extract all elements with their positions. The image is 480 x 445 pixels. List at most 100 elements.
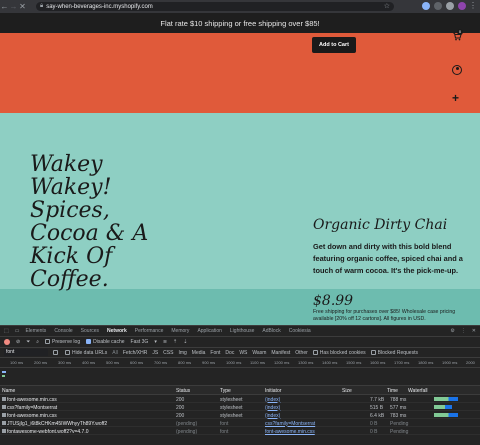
filter-type-fetch[interactable]: Fetch/XHR	[123, 350, 147, 356]
cell-initiator[interactable]: css?family=Montserrat	[265, 421, 315, 427]
product-title: Organic Dirty Chai	[313, 217, 448, 233]
cell-initiator[interactable]: font-awesome.min.css	[265, 429, 315, 435]
table-row[interactable]: css?family=Montserrat 200 stylesheet (index…	[0, 403, 480, 411]
table-row[interactable]: font-awesome.min.css 200 stylesheet (index)…	[0, 395, 480, 403]
blocked-cookies-label: Has blocked cookies	[319, 349, 366, 356]
cell-time: 788 ms	[390, 396, 407, 403]
blocked-cookies-checkbox[interactable]: Has blocked cookies	[312, 349, 366, 356]
clear-icon[interactable]: ⊘	[16, 339, 20, 345]
cell-type: font	[220, 420, 229, 427]
filter-type-ws[interactable]: WS	[239, 350, 247, 356]
tab-memory[interactable]: Memory	[171, 328, 189, 334]
filter-type-img[interactable]: Img	[178, 350, 186, 356]
devtools-panel: ⬚ ▭ Elements Console Sources Network Per…	[0, 325, 480, 445]
timeline-tick: 900 ms	[202, 360, 216, 365]
tab-sources[interactable]: Sources	[81, 328, 99, 334]
timeline-ruler[interactable]: 100 ms 200 ms 300 ms 400 ms 500 ms 600 ms 700 …	[0, 358, 480, 368]
preserve-log-checkbox[interactable]: Preserve log	[45, 339, 80, 345]
cell-initiator[interactable]: (index)	[265, 397, 280, 403]
cell-status: (pending)	[176, 420, 198, 427]
filter-type-doc[interactable]: Doc	[225, 350, 234, 356]
tab-cookiesia[interactable]: Cookiesia	[289, 328, 311, 334]
tab-elements[interactable]: Elements	[25, 328, 46, 334]
timeline-tick: 1800 ms	[418, 360, 434, 365]
stylesheet-file-icon	[2, 413, 6, 417]
puzzle-icon[interactable]	[446, 2, 454, 10]
url-text: say-when-beverages-inc.myshopify.com	[46, 3, 153, 10]
column-time[interactable]: Time	[387, 388, 398, 394]
more-icon[interactable]: ⋮	[461, 328, 466, 334]
font-file-icon	[2, 421, 6, 425]
tab-network[interactable]: Network	[107, 328, 127, 334]
overview-bar	[2, 375, 5, 377]
more-menu-icon[interactable]: ⋮	[469, 1, 477, 10]
filter-icon[interactable]: ⏷	[26, 339, 30, 345]
tab-adblock[interactable]: AdBlock	[262, 328, 280, 334]
cell-initiator[interactable]: (index)	[265, 413, 280, 419]
cell-status: 200	[176, 404, 185, 411]
address-bar[interactable]: 🔒︎ say-when-beverages-inc.myshopify.com …	[36, 2, 394, 11]
column-type[interactable]: Type	[220, 388, 231, 394]
lock-icon[interactable]: 🔒︎	[40, 3, 43, 10]
chevron-down-icon[interactable]: ▾	[154, 339, 157, 345]
table-row[interactable]: JTUSjIg1_i6t8kCHKm45IWWhyyTh89Y.woff2 (pe…	[0, 419, 480, 427]
settings-icon[interactable]: ⚙	[450, 328, 454, 334]
stop-icon[interactable]: ✕	[18, 2, 27, 11]
invert-checkbox[interactable]	[53, 349, 60, 356]
record-icon[interactable]	[4, 339, 10, 345]
upload-icon[interactable]: ⇡	[173, 339, 177, 345]
forward-icon[interactable]: →	[9, 2, 18, 11]
cell-size: 6.4 kB	[370, 412, 385, 419]
search-icon[interactable]: ⌕	[36, 339, 39, 345]
column-status[interactable]: Status	[176, 388, 190, 394]
device-toggle-icon[interactable]: ▭	[15, 328, 20, 334]
cell-name: fontawesome-webfont.woff2?v=4.7.0	[7, 428, 89, 435]
table-row[interactable]: font-awesome.min.css 200 stylesheet (index)…	[0, 411, 480, 419]
extension-icon[interactable]	[422, 2, 430, 10]
cell-name: font-awesome.min.css	[7, 412, 57, 419]
download-icon[interactable]: ⇣	[183, 339, 187, 345]
filter-type-manifest[interactable]: Manifest	[271, 350, 290, 356]
column-waterfall[interactable]: Waterfall	[408, 388, 428, 394]
cell-size: 515 B	[370, 404, 384, 411]
cell-initiator[interactable]: (index)	[265, 405, 280, 411]
devtools-tools: ⚙ ⋮ ✕	[450, 328, 476, 334]
tab-application[interactable]: Application	[197, 328, 221, 334]
cell-type: stylesheet	[220, 396, 243, 403]
account-icon[interactable]	[452, 65, 462, 75]
shipping-note: Free shipping for purchases over $85! Wh…	[313, 309, 456, 322]
table-row[interactable]: fontawesome-webfont.woff2?v=4.7.0 (pendin…	[0, 427, 480, 435]
back-icon[interactable]: ←	[0, 2, 9, 11]
blocked-requests-label: Blocked Requests	[377, 349, 418, 356]
close-icon[interactable]: ✕	[472, 328, 476, 334]
profile-avatar[interactable]	[458, 2, 466, 10]
throttle-select[interactable]: Fast 3G	[131, 339, 149, 345]
extension-icon[interactable]	[434, 2, 442, 10]
filter-type-other[interactable]: Other	[295, 350, 308, 356]
tab-console[interactable]: Console	[54, 328, 72, 334]
filter-input[interactable]: font	[4, 349, 48, 356]
inspect-icon[interactable]: ⬚	[4, 328, 9, 334]
wifi-icon[interactable]: ≋	[163, 339, 167, 345]
stylesheet-file-icon	[2, 397, 6, 401]
filter-type-all[interactable]: All	[112, 350, 118, 356]
filter-type-media[interactable]: Media	[192, 350, 206, 356]
column-size[interactable]: Size	[342, 388, 352, 394]
add-to-cart-button[interactable]: Add to Cart	[312, 37, 356, 53]
filter-type-wasm[interactable]: Wasm	[252, 350, 266, 356]
hide-data-urls-checkbox[interactable]: Hide data URLs	[65, 350, 107, 356]
column-initiator[interactable]: Initiator	[265, 388, 281, 394]
tab-lighthouse[interactable]: Lighthouse	[230, 328, 254, 334]
filter-type-js[interactable]: JS	[152, 350, 158, 356]
cell-time: Pending	[390, 420, 409, 427]
tab-performance[interactable]: Performance	[135, 328, 164, 334]
blocked-requests-checkbox[interactable]: Blocked Requests	[370, 349, 418, 356]
disable-cache-checkbox[interactable]: Disable cache	[86, 339, 125, 345]
timeline-overview[interactable]	[0, 368, 480, 386]
column-name[interactable]: Name	[2, 388, 15, 394]
preserve-log-label: Preserve log	[52, 339, 81, 345]
bookmark-star-icon[interactable]: ☆	[384, 2, 390, 10]
plus-icon[interactable]: +	[452, 92, 459, 104]
filter-type-css[interactable]: CSS	[163, 350, 173, 356]
filter-type-font[interactable]: Font	[210, 350, 220, 356]
